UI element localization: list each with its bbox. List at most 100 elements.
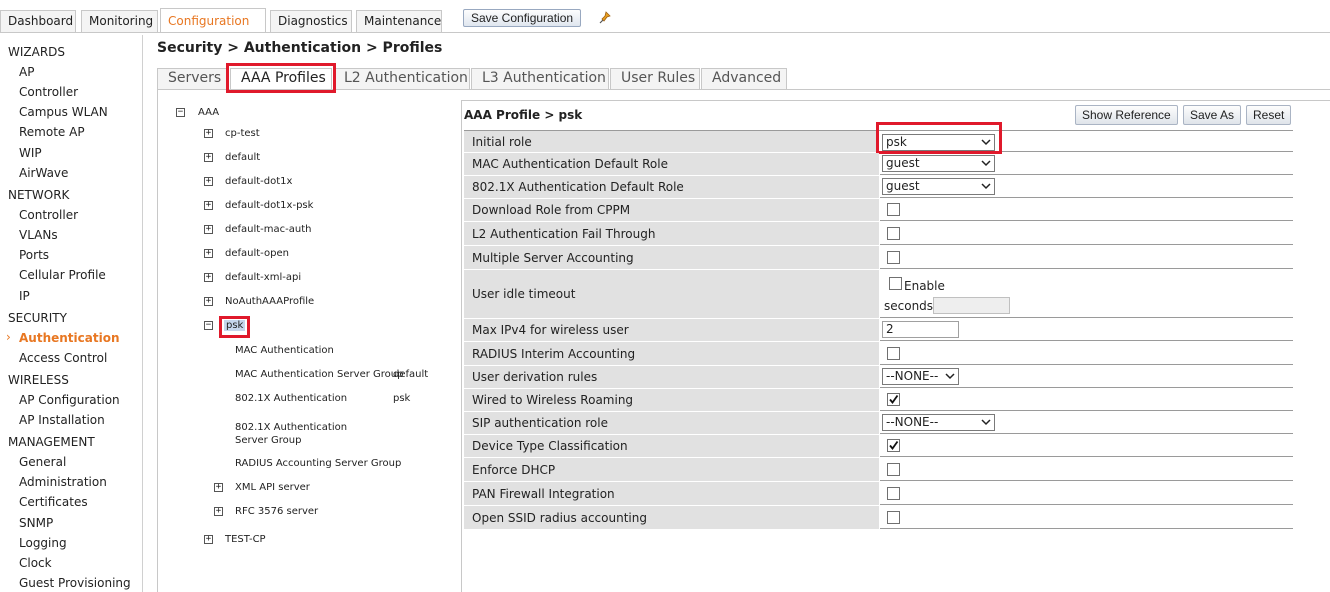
show-reference-button[interactable]: Show Reference (1075, 105, 1178, 125)
radius-interim-checkbox[interactable] (887, 347, 900, 360)
top-nav: Dashboard Monitoring Configuration Diagn… (0, 8, 1330, 33)
expand-icon[interactable]: + (204, 129, 213, 138)
tree-node-default-open[interactable]: default-open (225, 248, 289, 259)
chevron-down-icon (981, 419, 991, 426)
sidebar-item-cellular-profile[interactable]: Cellular Profile (19, 268, 106, 282)
sidebar-item-airwave[interactable]: AirWave (19, 166, 68, 180)
expand-icon[interactable]: + (214, 507, 223, 516)
wired-roaming-checkbox[interactable] (887, 393, 900, 406)
row-pan-firewall: PAN Firewall Integration (464, 482, 1293, 506)
sip-role-select[interactable]: --NONE-- (882, 414, 995, 431)
sidebar-section-security: SECURITY (8, 311, 67, 325)
row-label: Initial role (464, 131, 879, 152)
tree-node-xml-api-server[interactable]: XML API server (235, 482, 310, 493)
tab-l3-authentication[interactable]: L3 Authentication (471, 68, 609, 89)
row-label: Download Role from CPPM (464, 199, 879, 221)
dot1x-default-role-select[interactable]: guest (882, 178, 995, 195)
chevron-down-icon (981, 160, 991, 167)
sidebar-item-ports[interactable]: Ports (19, 248, 49, 262)
pan-firewall-checkbox[interactable] (887, 487, 900, 500)
expand-icon[interactable]: + (204, 201, 213, 210)
sidebar-item-logging[interactable]: Logging (19, 536, 67, 550)
sidebar-item-ap[interactable]: AP (19, 65, 34, 79)
sidebar-item-ip[interactable]: IP (19, 289, 30, 303)
tree-child-dot1x-authentication[interactable]: 802.1X Authentication (235, 393, 347, 404)
tree-child-value: psk (393, 393, 411, 404)
sidebar-item-guest-provisioning[interactable]: Guest Provisioning (19, 576, 131, 590)
save-configuration-button[interactable]: Save Configuration (463, 9, 582, 27)
row-label: SIP authentication role (464, 412, 879, 434)
tree-node-cp-test[interactable]: cp-test (225, 128, 260, 139)
tab-maintenance[interactable]: Maintenance (356, 10, 442, 32)
collapse-icon[interactable]: − (176, 108, 185, 117)
tab-l2-authentication[interactable]: L2 Authentication (333, 68, 470, 89)
sidebar-item-remote-ap[interactable]: Remote AP (19, 125, 85, 139)
max-ipv4-input[interactable]: 2 (882, 321, 959, 338)
multi-server-accounting-checkbox[interactable] (887, 251, 900, 264)
row-download-role: Download Role from CPPM (464, 199, 1293, 222)
tab-monitoring[interactable]: Monitoring (81, 10, 158, 32)
sidebar-item-vlans[interactable]: VLANs (19, 228, 58, 242)
sidebar-item-snmp[interactable]: SNMP (19, 516, 53, 530)
seconds-label: seconds (884, 299, 934, 313)
tree-child-mac-authentication[interactable]: MAC Authentication (235, 345, 334, 356)
sidebar-item-ap-installation[interactable]: AP Installation (19, 413, 105, 427)
sidebar-item-controller[interactable]: Controller (19, 208, 78, 222)
reset-button[interactable]: Reset (1246, 105, 1292, 125)
expand-icon[interactable]: + (204, 177, 213, 186)
download-role-checkbox[interactable] (887, 203, 900, 216)
tree-node-test-cp[interactable]: TEST-CP (225, 534, 266, 545)
expand-icon[interactable]: + (204, 249, 213, 258)
tree-node-rfc-3576-server[interactable]: RFC 3576 server (235, 506, 318, 517)
tree-node-default-mac-auth[interactable]: default-mac-auth (225, 224, 312, 235)
open-ssid-radius-checkbox[interactable] (887, 511, 900, 524)
row-wired-roaming: Wired to Wireless Roaming (464, 389, 1293, 412)
row-label: 802.1X Authentication Default Role (464, 176, 879, 198)
tab-diagnostics[interactable]: Diagnostics (270, 10, 352, 32)
tree-child-dot1x-auth-server-group[interactable]: 802.1X Authentication Server Group (235, 421, 375, 447)
expand-icon[interactable]: + (204, 153, 213, 162)
expand-icon[interactable]: + (204, 225, 213, 234)
tree-node-default[interactable]: default (225, 152, 260, 163)
tab-dashboard[interactable]: Dashboard (0, 10, 76, 32)
mac-default-role-select[interactable]: guest (882, 155, 995, 172)
sidebar-item-wip[interactable]: WIP (19, 146, 42, 160)
idle-timeout-enable-checkbox[interactable] (889, 277, 902, 290)
collapse-icon[interactable]: − (204, 321, 213, 330)
sidebar-section-management: MANAGEMENT (8, 435, 95, 449)
tree-node-default-dot1x[interactable]: default-dot1x (225, 176, 292, 187)
tree-root-aaa[interactable]: AAA (198, 107, 219, 118)
user-derivation-select[interactable]: --NONE-- (882, 368, 959, 385)
tab-servers[interactable]: Servers (157, 68, 229, 89)
tree-child-mac-auth-server-group[interactable]: MAC Authentication Server Group (235, 369, 403, 380)
l2-fail-through-checkbox[interactable] (887, 227, 900, 240)
tab-user-rules[interactable]: User Rules (610, 68, 700, 89)
pin-icon[interactable] (598, 11, 612, 25)
sidebar-item-administration[interactable]: Administration (19, 475, 107, 489)
sidebar-item-campus-wlan[interactable]: Campus WLAN (19, 105, 108, 119)
expand-icon[interactable]: + (204, 297, 213, 306)
highlight-box-psk (219, 316, 250, 338)
idle-timeout-seconds-input[interactable] (933, 297, 1010, 314)
expand-icon[interactable]: + (214, 483, 223, 492)
highlight-box-initial-role (876, 122, 1002, 154)
sidebar-item-general[interactable]: General (19, 455, 66, 469)
tree-node-default-xml-api[interactable]: default-xml-api (225, 272, 301, 283)
tab-configuration[interactable]: Configuration (160, 8, 266, 33)
device-type-checkbox[interactable] (887, 439, 900, 452)
sidebar-item-controller-wizard[interactable]: Controller (19, 85, 78, 99)
sidebar-item-certificates[interactable]: Certificates (19, 495, 88, 509)
enforce-dhcp-checkbox[interactable] (887, 463, 900, 476)
save-as-button[interactable]: Save As (1183, 105, 1242, 125)
tree-node-default-dot1x-psk[interactable]: default-dot1x-psk (225, 200, 313, 211)
tab-advanced[interactable]: Advanced (701, 68, 787, 89)
sidebar-item-access-control[interactable]: Access Control (19, 351, 107, 365)
highlight-box-aaa-profiles (226, 63, 336, 93)
expand-icon[interactable]: + (204, 273, 213, 282)
sidebar-item-ap-configuration[interactable]: AP Configuration (19, 393, 120, 407)
tree-child-radius-accounting-server-group[interactable]: RADIUS Accounting Server Group (235, 458, 401, 469)
sidebar-item-authentication[interactable]: Authentication (19, 331, 120, 345)
sidebar-item-clock[interactable]: Clock (19, 556, 52, 570)
expand-icon[interactable]: + (204, 535, 213, 544)
tree-node-noauthaaaprofile[interactable]: NoAuthAAAProfile (225, 296, 314, 307)
